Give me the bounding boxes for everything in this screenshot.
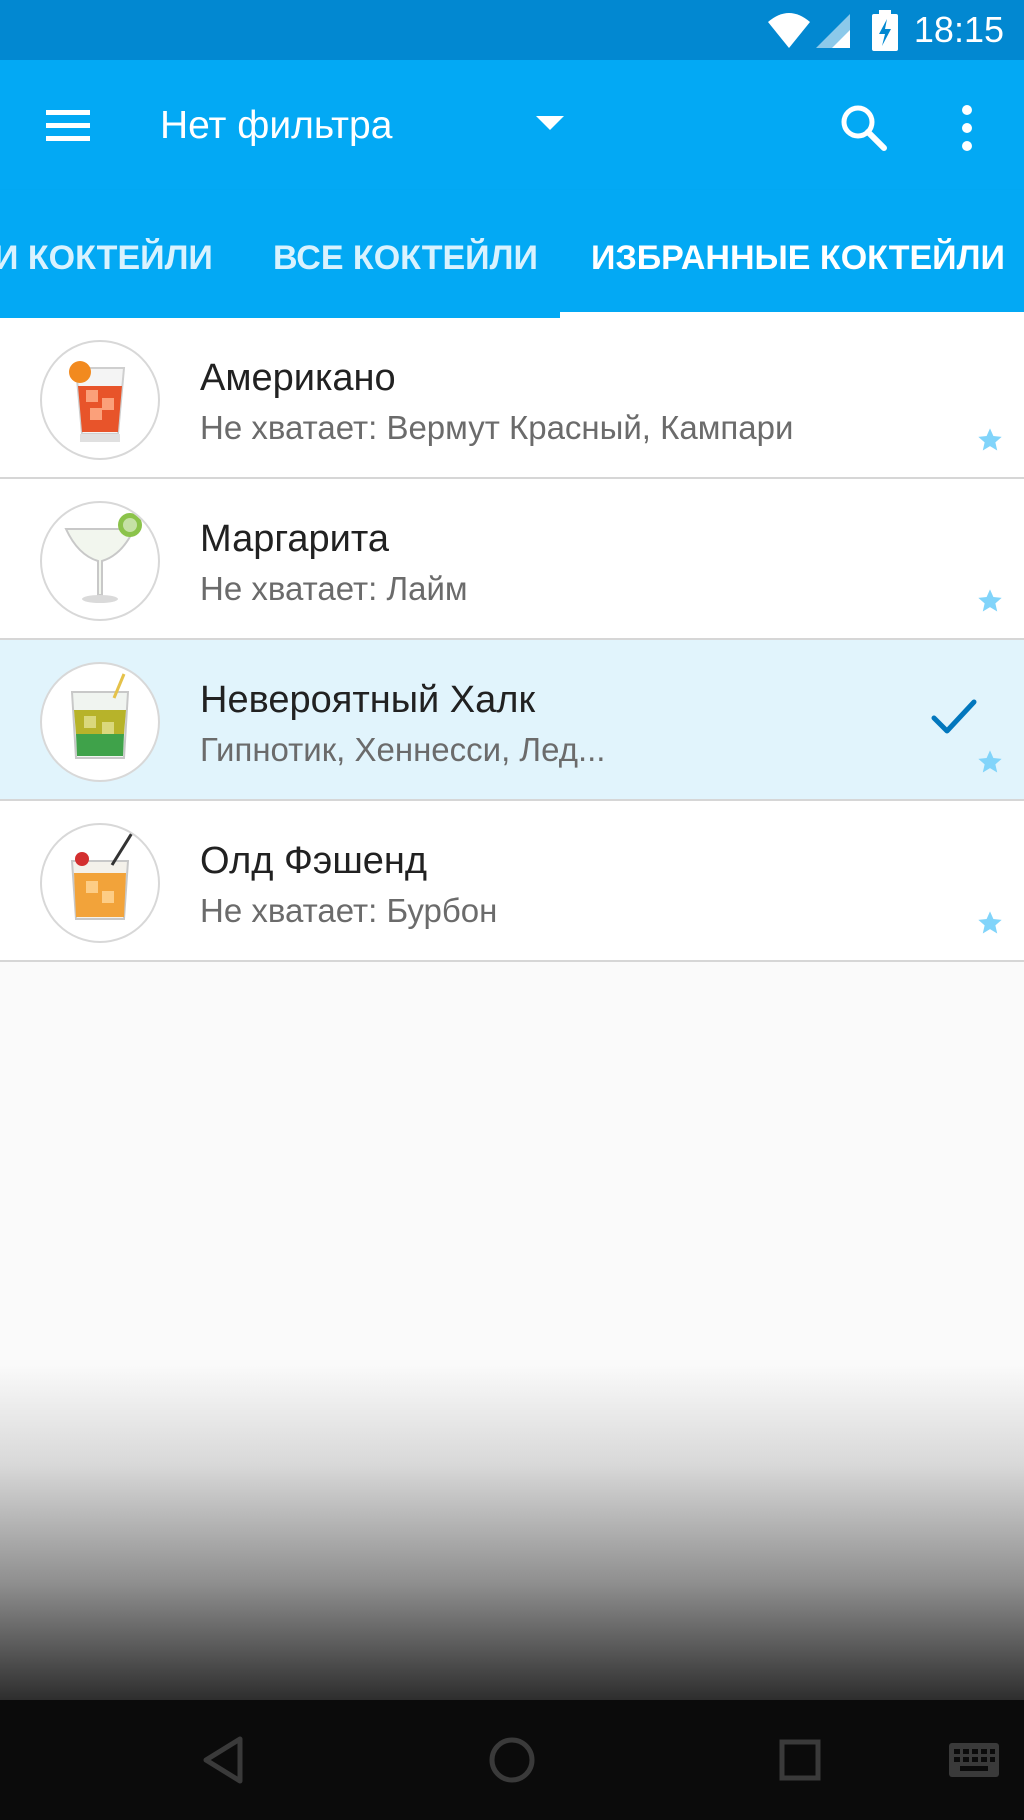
cocktail-subtitle: Не хватает: Бурбон [200,892,498,929]
filter-spinner-label[interactable]: Нет фильтра [160,104,392,148]
list-item[interactable]: Невероятный Халк Гипнотик, Хеннесси, Лед… [0,640,1024,801]
status-bar: 18:15 [0,0,1024,60]
cocktail-name: Американо [200,357,396,399]
system-nav-bar [0,1700,1024,1820]
wifi-icon [768,13,810,48]
list-item[interactable]: Маргарита Не хватает: Лайм [0,479,1024,640]
keyboard-icon[interactable] [948,1742,1000,1778]
cocktail-list: Американо Не хватает: Вермут Красный, Ка… [0,318,1024,962]
star-icon[interactable] [976,748,1004,776]
cocktail-thumbnail [40,340,160,460]
signal-icon [816,14,850,48]
search-icon[interactable] [836,100,892,156]
cocktail-subtitle: Гипнотик, Хеннесси, Лед... [200,731,606,768]
tab-all-cocktails[interactable]: ВСЕ КОКТЕЙЛИ [273,238,538,278]
bottom-gradient [0,1365,1024,1700]
list-item[interactable]: Олд Фэшенд Не хватает: Бурбон [0,801,1024,962]
hamburger-menu-icon[interactable] [36,100,100,150]
tab-favorite-cocktails[interactable]: ИЗБРАННЫЕ КОКТЕЙЛИ [591,238,1005,278]
list-item[interactable]: Американо Не хватает: Вермут Красный, Ка… [0,318,1024,479]
cocktail-name: Маргарита [200,518,389,560]
status-time: 18:15 [913,9,1004,50]
home-icon[interactable] [487,1735,537,1785]
check-icon[interactable] [930,696,978,736]
cocktail-subtitle: Не хватает: Вермут Красный, Кампари [200,409,794,446]
star-icon[interactable] [976,426,1004,454]
star-icon[interactable] [976,909,1004,937]
dropdown-arrow-icon[interactable] [536,116,564,132]
tab-partial-cocktails[interactable]: И КОКТЕЙЛИ [0,238,213,278]
more-vert-icon[interactable] [952,100,982,156]
cocktail-thumbnail [40,501,160,621]
cocktail-thumbnail [40,823,160,943]
cocktail-name: Невероятный Халк [200,679,536,721]
star-icon[interactable] [976,587,1004,615]
back-icon[interactable] [200,1735,246,1785]
app-toolbar: Нет фильтра [0,60,1024,190]
battery-charging-icon [872,10,898,51]
cocktail-thumbnail [40,662,160,782]
tab-bar: И КОКТЕЙЛИ ВСЕ КОКТЕЙЛИ ИЗБРАННЫЕ КОКТЕЙ… [0,190,1024,318]
cocktail-subtitle: Не хватает: Лайм [200,570,468,607]
recents-icon[interactable] [778,1738,822,1782]
cocktail-name: Олд Фэшенд [200,840,428,882]
